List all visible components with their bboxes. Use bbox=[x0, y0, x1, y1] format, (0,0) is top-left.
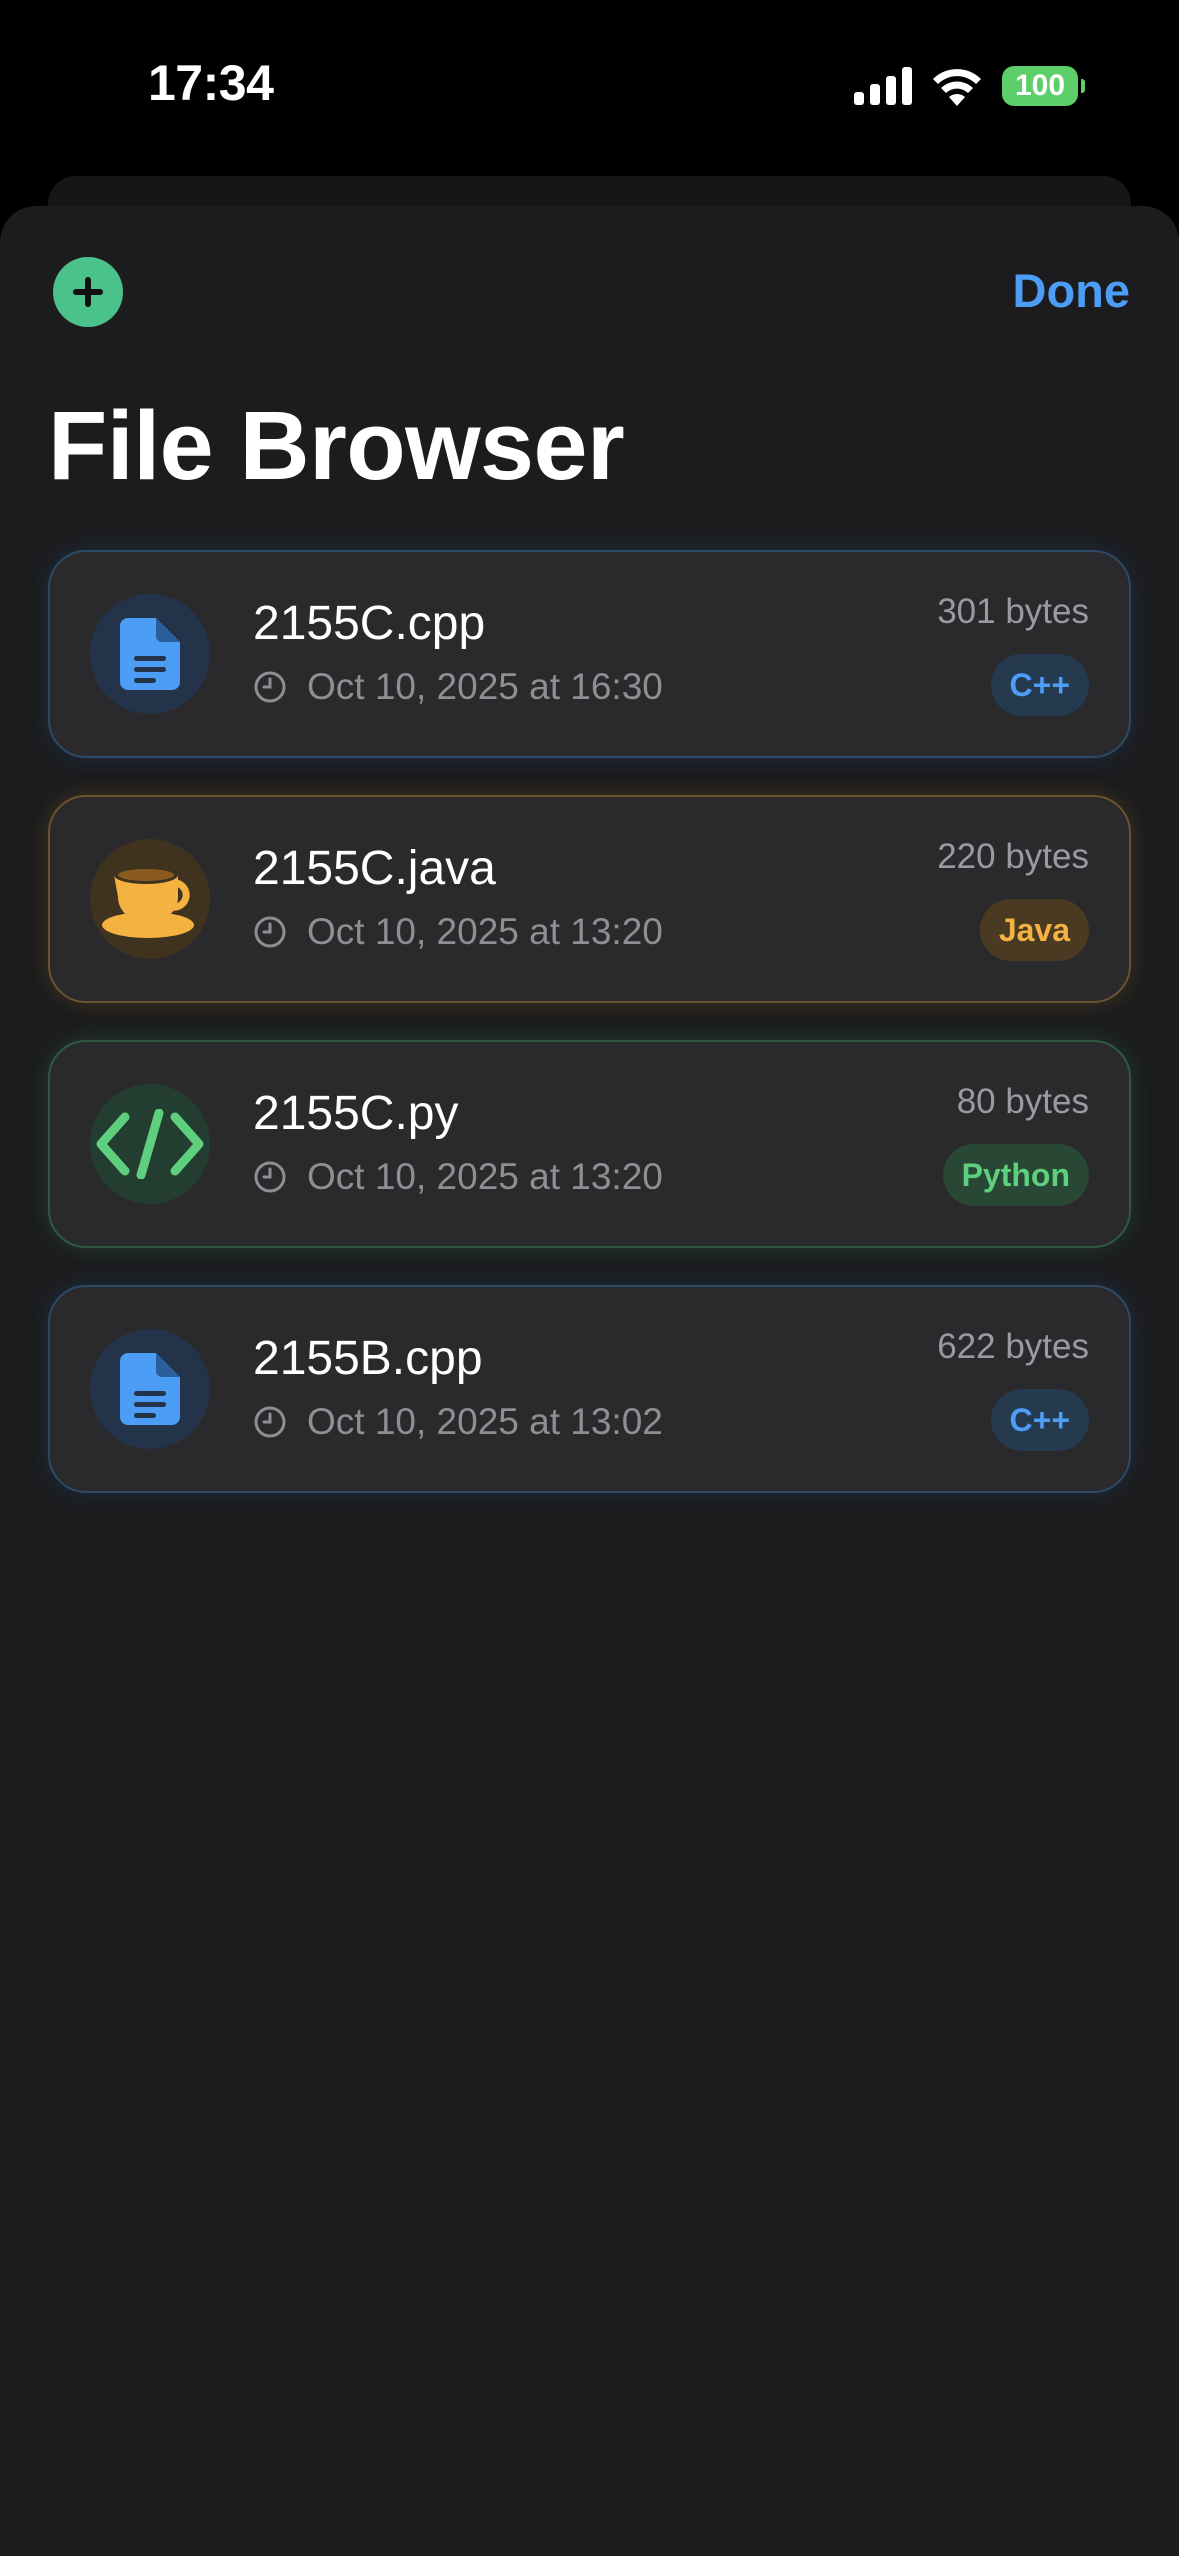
screen: 17:34 100 Done File Browser 2155C.cpp Oc… bbox=[0, 0, 1179, 2556]
file-row-2155c-py[interactable]: 2155C.py Oct 10, 2025 at 13:20 80 bytes … bbox=[48, 1040, 1131, 1248]
file-row-2155b-cpp[interactable]: 2155B.cpp Oct 10, 2025 at 13:02 622 byte… bbox=[48, 1285, 1131, 1493]
cellular-signal-icon bbox=[854, 67, 912, 105]
done-button[interactable]: Done bbox=[1013, 260, 1131, 322]
document-icon bbox=[90, 594, 210, 714]
clock-icon bbox=[253, 670, 287, 704]
file-name: 2155C.py bbox=[253, 1087, 459, 1140]
file-size: 622 bytes bbox=[937, 1327, 1089, 1366]
file-size: 301 bytes bbox=[937, 592, 1089, 631]
code-brackets-icon bbox=[90, 1084, 210, 1204]
language-badge: C++ bbox=[990, 1389, 1089, 1451]
coffee-cup-icon bbox=[90, 839, 210, 959]
file-row-2155c-java[interactable]: 2155C.java Oct 10, 2025 at 13:20 220 byt… bbox=[48, 795, 1131, 1003]
file-list: 2155C.cpp Oct 10, 2025 at 16:30 301 byte… bbox=[48, 550, 1131, 1530]
add-file-button[interactable] bbox=[53, 257, 123, 327]
file-date: Oct 10, 2025 at 13:20 bbox=[307, 911, 663, 952]
clock-icon bbox=[253, 1160, 287, 1194]
clock-icon bbox=[253, 1405, 287, 1439]
status-time: 17:34 bbox=[148, 55, 274, 111]
battery-nub bbox=[1081, 79, 1085, 93]
file-date: Oct 10, 2025 at 13:02 bbox=[307, 1401, 663, 1442]
file-name: 2155C.cpp bbox=[253, 597, 486, 650]
file-size: 80 bytes bbox=[956, 1082, 1089, 1121]
file-name: 2155B.cpp bbox=[253, 1332, 483, 1385]
file-date-row: Oct 10, 2025 at 13:20 bbox=[253, 910, 663, 954]
plus-icon bbox=[70, 274, 106, 310]
language-badge: Python bbox=[942, 1144, 1089, 1206]
file-size: 220 bytes bbox=[937, 837, 1089, 876]
file-date-row: Oct 10, 2025 at 13:02 bbox=[253, 1400, 663, 1444]
wifi-icon bbox=[930, 66, 984, 106]
file-date: Oct 10, 2025 at 16:30 bbox=[307, 666, 663, 707]
file-date-row: Oct 10, 2025 at 16:30 bbox=[253, 665, 663, 709]
language-badge: C++ bbox=[990, 654, 1089, 716]
page-title: File Browser bbox=[48, 391, 625, 500]
file-date-row: Oct 10, 2025 at 13:20 bbox=[253, 1155, 663, 1199]
language-badge: Java bbox=[979, 899, 1089, 961]
document-icon bbox=[90, 1329, 210, 1449]
file-name: 2155C.java bbox=[253, 842, 496, 895]
battery-icon: 100 bbox=[1002, 66, 1085, 106]
clock-icon bbox=[253, 915, 287, 949]
battery-level: 100 bbox=[1014, 69, 1066, 102]
status-icons: 100 bbox=[854, 62, 1085, 110]
file-row-2155c-cpp[interactable]: 2155C.cpp Oct 10, 2025 at 16:30 301 byte… bbox=[48, 550, 1131, 758]
file-date: Oct 10, 2025 at 13:20 bbox=[307, 1156, 663, 1197]
